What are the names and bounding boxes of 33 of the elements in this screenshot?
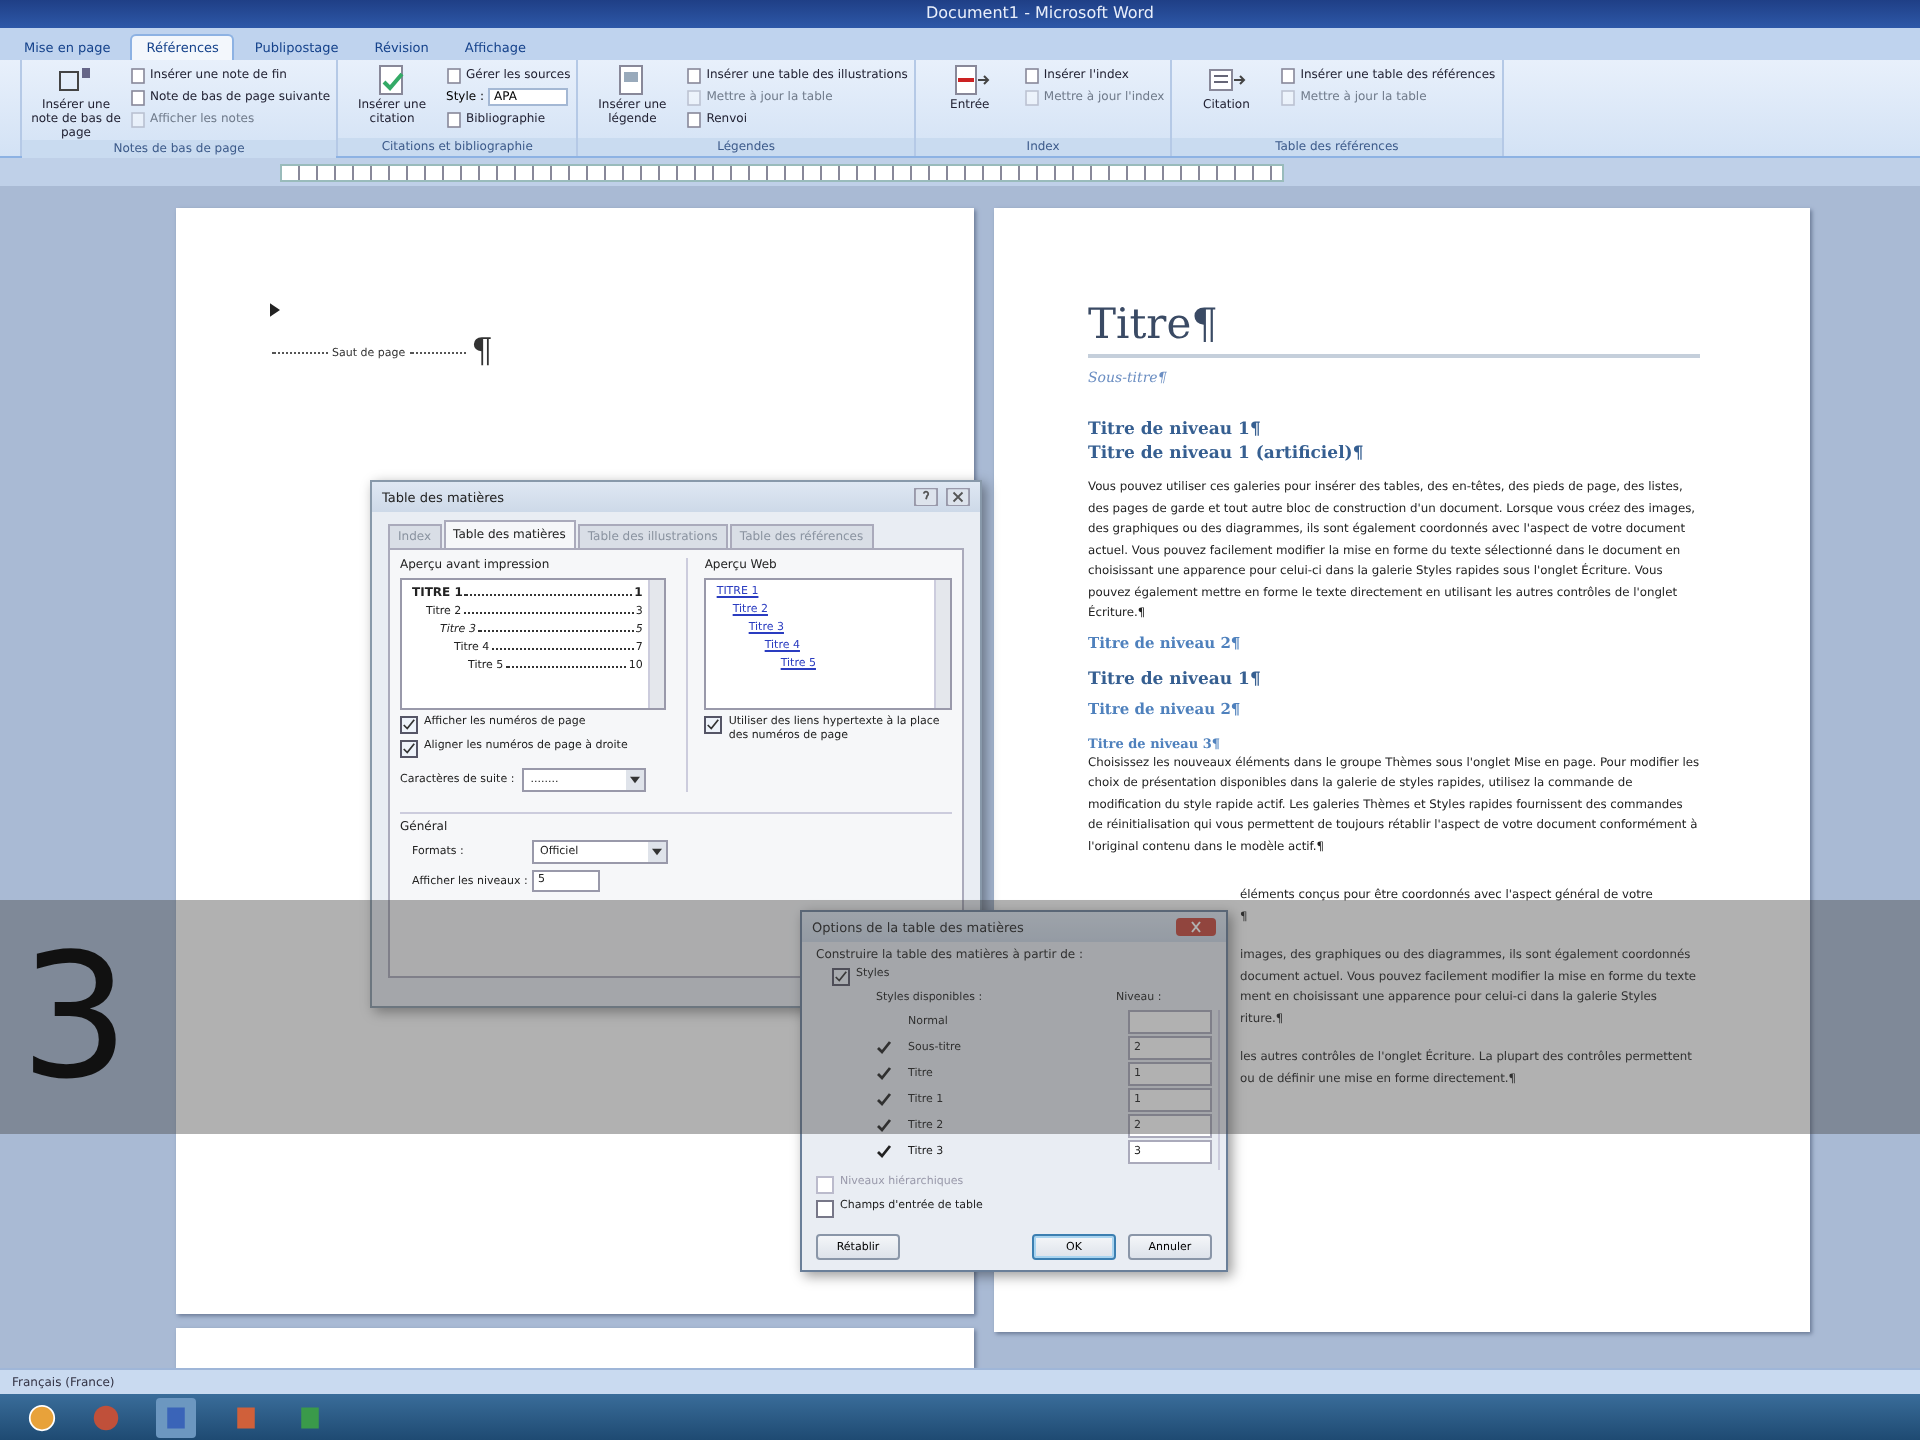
scrollbar[interactable] xyxy=(934,580,950,708)
level-field[interactable] xyxy=(1128,1009,1212,1033)
checkbox[interactable] xyxy=(704,716,723,734)
heading-text: Titre¶ xyxy=(1088,298,1700,358)
help-icon[interactable] xyxy=(914,488,938,506)
caret-icon xyxy=(630,776,641,784)
page-break-line xyxy=(409,352,466,354)
document-icon xyxy=(446,67,463,83)
step-number: 3 xyxy=(20,927,130,1107)
checkbox[interactable] xyxy=(400,740,418,758)
window-title: Document1 - Microsoft Word xyxy=(925,2,1155,26)
close-icon[interactable] xyxy=(1176,918,1216,936)
checkbox[interactable] xyxy=(832,968,850,986)
caret-icon xyxy=(652,848,662,856)
scrollbar[interactable] xyxy=(648,580,665,708)
start-orb-icon[interactable] xyxy=(28,1403,56,1431)
spreadsheet-app-icon[interactable] xyxy=(296,1403,324,1431)
checkbox[interactable] xyxy=(816,1200,834,1218)
heading-text: Titre de niveau 1¶ xyxy=(1088,667,1263,691)
pilcrow-mark: ¶ xyxy=(471,336,493,370)
presentation-app-icon[interactable] xyxy=(232,1403,260,1431)
heading-text: Titre de niveau 1 (artificiel)¶ xyxy=(1088,442,1366,466)
close-icon[interactable] xyxy=(946,488,970,506)
page-break-line xyxy=(272,352,328,354)
citation-icon xyxy=(1206,64,1247,96)
heading-text: Titre de niveau 1¶ xyxy=(1088,418,1263,442)
checkbox[interactable] xyxy=(400,716,418,734)
globe-icon[interactable] xyxy=(92,1403,120,1431)
word-app-icon[interactable] xyxy=(156,1397,196,1437)
footnote-icon xyxy=(56,64,96,96)
cursor-icon xyxy=(270,302,280,318)
document-icon xyxy=(446,111,463,127)
index-entry-icon xyxy=(949,64,990,96)
